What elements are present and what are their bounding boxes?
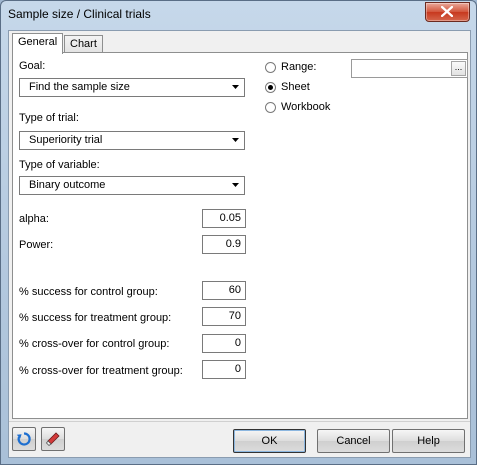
variable-type-dropdown-arrow[interactable] — [228, 178, 243, 193]
power-input[interactable]: 0.9 — [202, 235, 246, 254]
crossover-control-input[interactable]: 0 — [202, 334, 246, 353]
alpha-input[interactable]: 0.05 — [202, 209, 246, 228]
goal-dropdown-arrow[interactable] — [228, 80, 243, 95]
eraser-icon — [45, 432, 60, 447]
dialog-window: Sample size / Clinical trials General Ch… — [0, 0, 477, 465]
range-label: Range: — [281, 61, 317, 73]
alpha-label: alpha: — [19, 213, 49, 225]
ok-button[interactable]: OK — [233, 429, 306, 453]
tab-page-general: Goal: Find the sample size Type of trial… — [12, 52, 468, 419]
cancel-button[interactable]: Cancel — [317, 429, 390, 453]
range-radio[interactable] — [265, 62, 276, 73]
clear-button[interactable] — [41, 427, 65, 451]
crossover-treatment-input[interactable]: 0 — [202, 360, 246, 379]
sheet-label: Sheet — [281, 81, 310, 93]
help-button[interactable]: Help — [392, 429, 465, 453]
reset-icon — [16, 432, 31, 446]
goal-label: Goal: — [19, 60, 46, 72]
workbook-label: Workbook — [281, 101, 331, 113]
dialog-body: General Chart Goal: Find the sample size… — [8, 30, 471, 458]
range-input[interactable]: ... — [351, 59, 468, 78]
power-label: Power: — [19, 239, 54, 251]
success-control-input[interactable]: 60 — [202, 281, 246, 300]
close-button[interactable] — [425, 2, 470, 22]
crossover-control-label: % cross-over for control group: — [19, 338, 170, 350]
trial-type-select-value: Superiority trial — [29, 134, 103, 146]
tab-general[interactable]: General — [12, 33, 64, 54]
close-icon — [441, 6, 453, 17]
crossover-treatment-label: % cross-over for treatment group: — [19, 365, 183, 377]
chevron-down-icon — [232, 183, 239, 187]
reset-button[interactable] — [12, 427, 36, 451]
chevron-down-icon — [232, 85, 239, 89]
button-bar-separator — [9, 421, 470, 422]
trial-type-dropdown-arrow[interactable] — [228, 133, 243, 148]
trial-type-select[interactable]: Superiority trial — [19, 131, 245, 150]
goal-select[interactable]: Find the sample size — [19, 78, 245, 97]
radio-selected-dot — [268, 85, 273, 90]
title-bar[interactable]: Sample size / Clinical trials — [1, 1, 476, 27]
workbook-radio[interactable] — [265, 102, 276, 113]
goal-select-value: Find the sample size — [29, 81, 130, 93]
tab-chart[interactable]: Chart — [64, 35, 103, 53]
trial-type-label: Type of trial: — [19, 112, 79, 124]
success-control-label: % success for control group: — [19, 286, 158, 298]
variable-type-label: Type of variable: — [19, 159, 100, 171]
variable-type-select[interactable]: Binary outcome — [19, 176, 245, 195]
success-treatment-label: % success for treatment group: — [19, 312, 172, 324]
variable-type-select-value: Binary outcome — [29, 179, 106, 191]
window-title: Sample size / Clinical trials — [8, 7, 151, 21]
range-select-button[interactable]: ... — [451, 61, 466, 76]
success-treatment-input[interactable]: 70 — [202, 307, 246, 326]
sheet-radio[interactable] — [265, 82, 276, 93]
chevron-down-icon — [232, 138, 239, 142]
